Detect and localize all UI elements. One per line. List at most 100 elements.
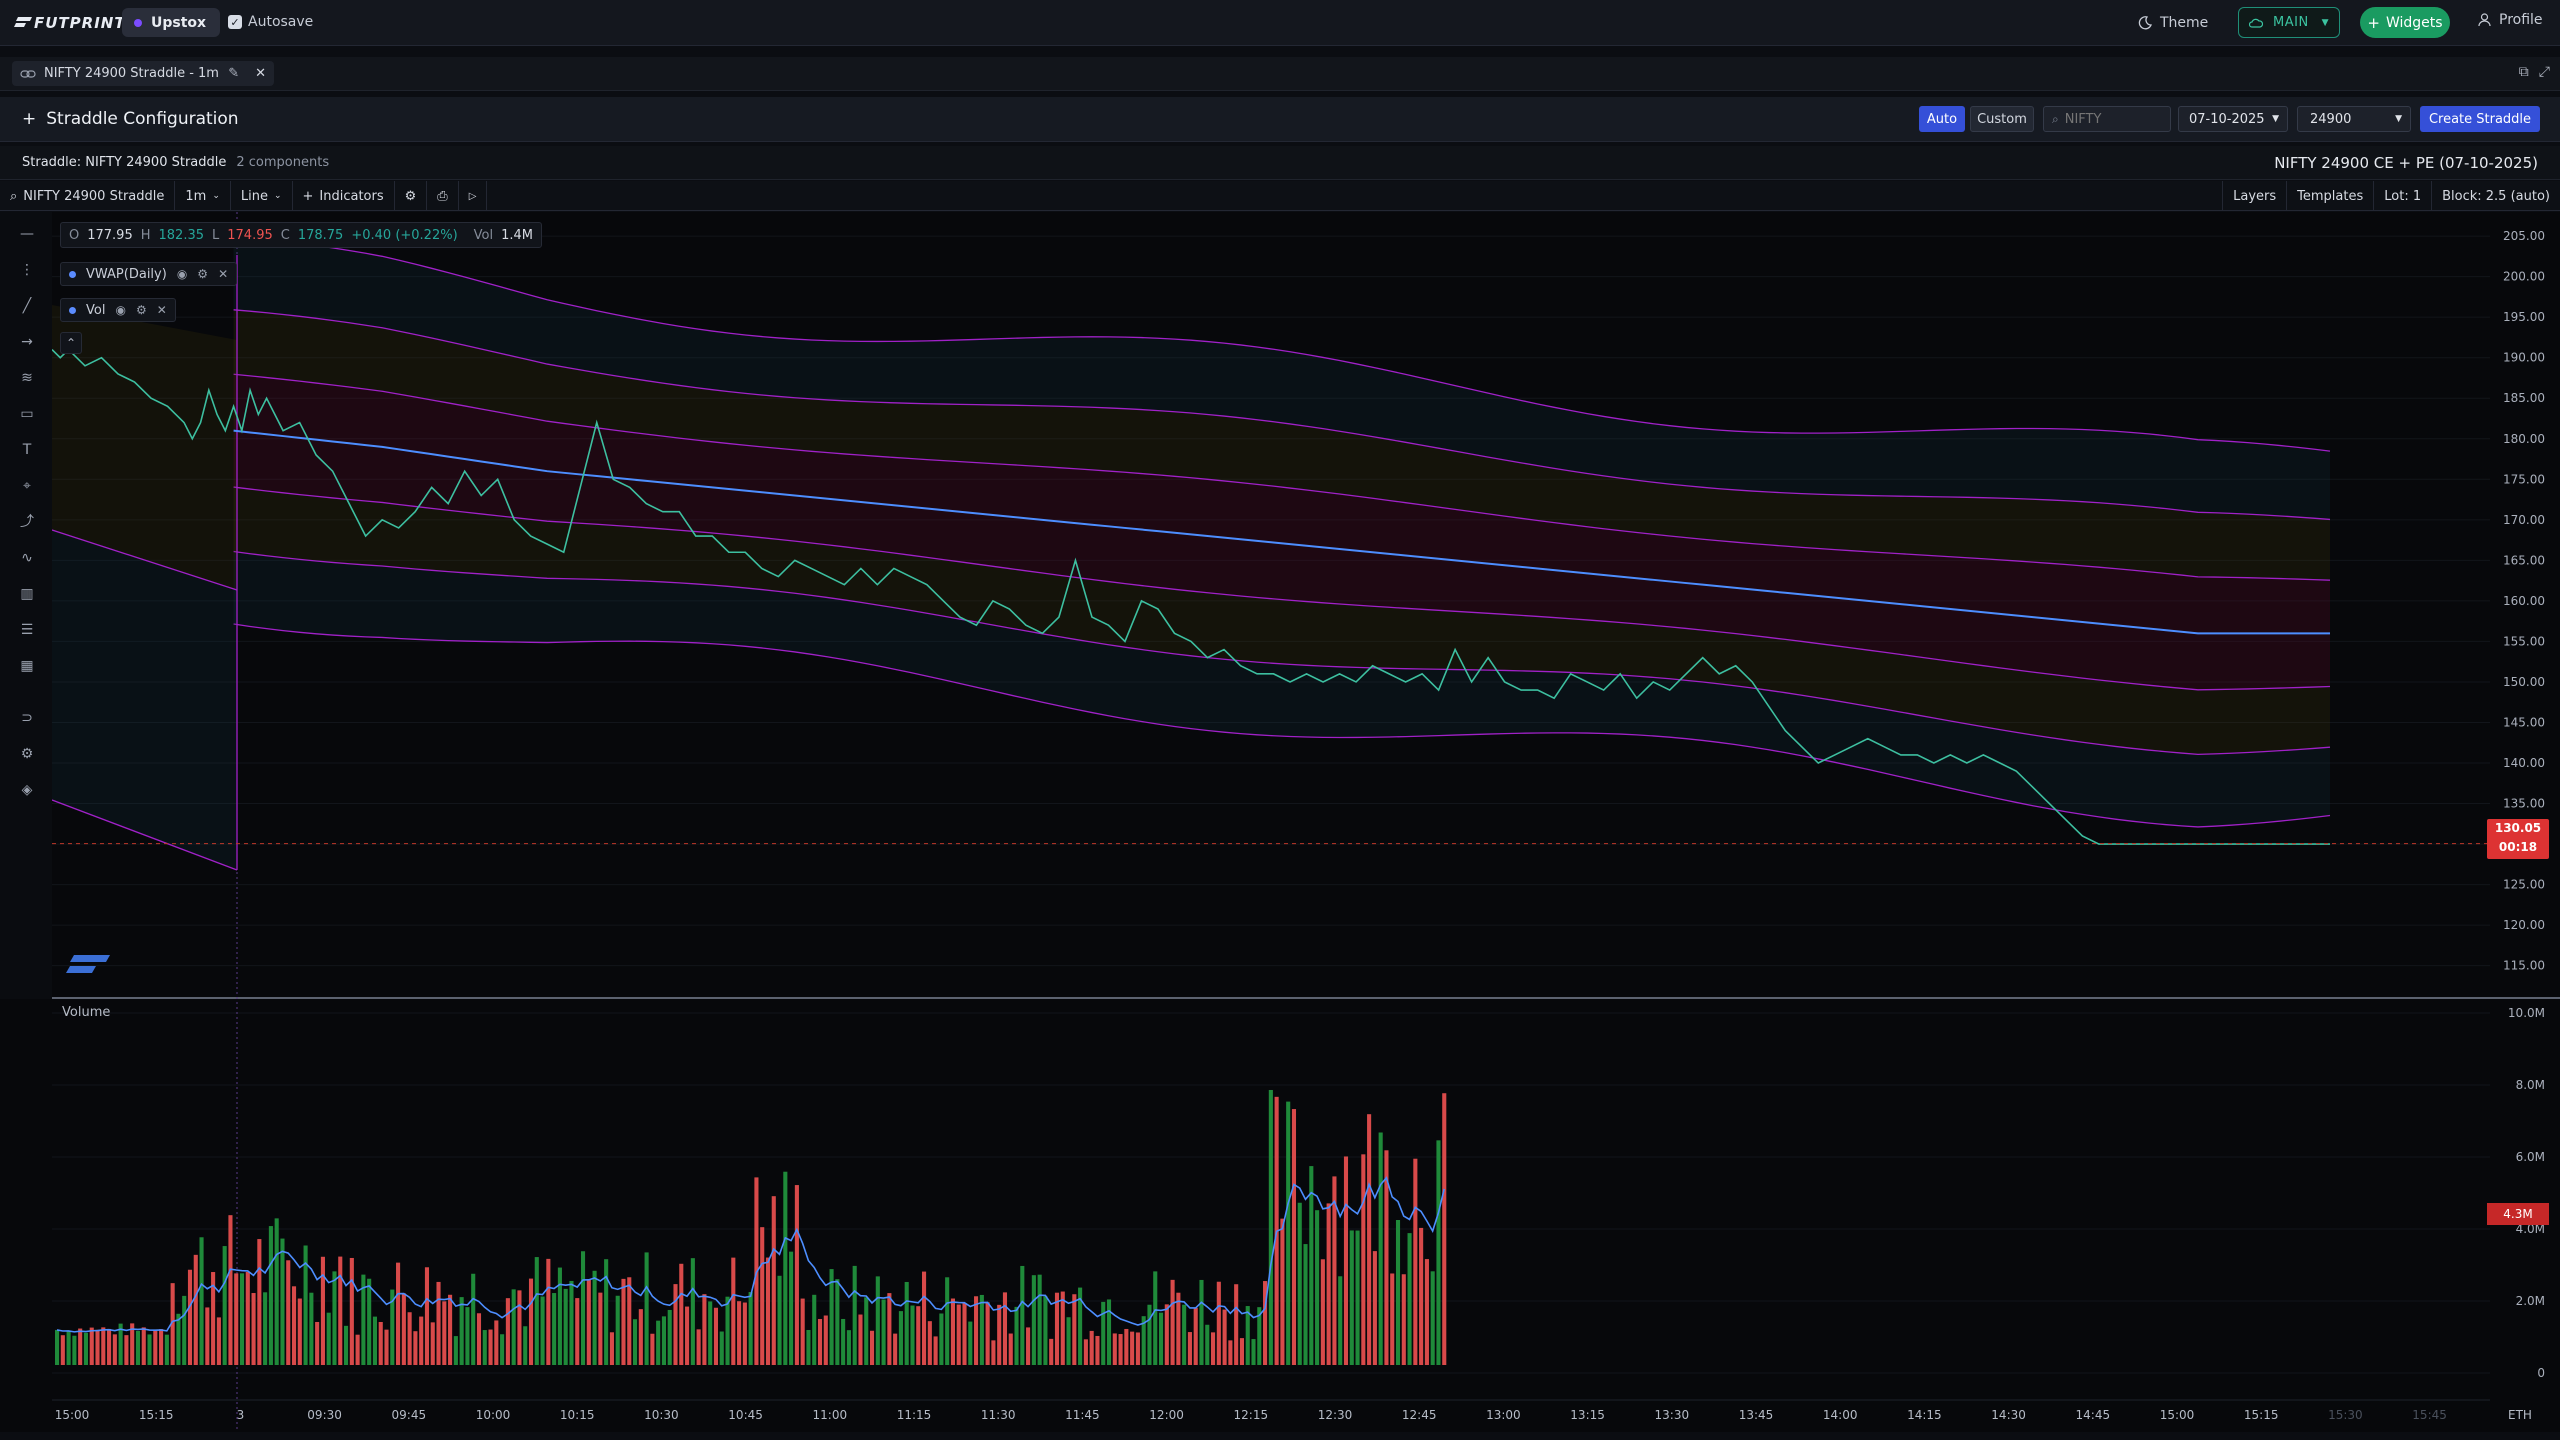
table-icon[interactable]: ▦ (19, 658, 35, 674)
indicator-chip-vwap[interactable]: VWAP(Daily) ◉ ⚙ ✕ (60, 262, 238, 286)
block-size-control[interactable]: Block: 2.5 (auto) (2431, 181, 2560, 211)
chevron-down-icon: ▼ (2395, 114, 2402, 124)
widgets-button[interactable]: + Widgets (2360, 7, 2450, 38)
volume-bar (841, 1318, 846, 1365)
session-label[interactable]: ETH (2508, 1408, 2532, 1422)
volume-bar (991, 1340, 996, 1365)
custom-mode-button[interactable]: Custom (1970, 106, 2034, 132)
app-logo[interactable]: FUTPRINT (14, 13, 126, 33)
autosave-toggle[interactable]: ✓ Autosave (228, 14, 313, 30)
symbol-search-input[interactable] (2064, 111, 2161, 127)
broker-selector[interactable]: Upstox (122, 8, 221, 37)
indicators-button[interactable]: + Indicators (293, 181, 395, 211)
layers-icon[interactable]: ◈ (19, 782, 35, 798)
text-icon[interactable]: T (19, 442, 35, 458)
chart-canvas[interactable]: 205.00 200.00 195.00 190.00 185.00 180.00 175.… (0, 212, 2560, 1432)
expiry-date-select[interactable]: 07-10-2025 ▼ (2178, 106, 2288, 132)
volume-bar (638, 1309, 643, 1365)
volume-bar (159, 1329, 164, 1365)
volume-bar (1153, 1271, 1158, 1365)
trendline-icon[interactable]: ╱ (19, 298, 35, 314)
volume-bar (355, 1334, 360, 1365)
horizontal-line-icon[interactable]: — (19, 226, 35, 242)
close-icon[interactable]: ✕ (218, 267, 228, 281)
x-tick-label: 10:30 (644, 1408, 679, 1422)
volume-bar (419, 1316, 424, 1365)
templates-button[interactable]: Templates (2286, 181, 2373, 211)
volume-bar (344, 1325, 349, 1365)
list-icon[interactable]: ☰ (19, 622, 35, 638)
replay-button[interactable]: ▷ (459, 181, 488, 211)
expand-icon[interactable]: ⤢ (2539, 64, 2550, 80)
chart-settings-button[interactable]: ⚙ (395, 181, 428, 211)
symbol-search-field[interactable]: ⌕ (2043, 106, 2171, 132)
fib-icon[interactable]: ≋ (19, 370, 35, 386)
workspace-selector[interactable]: MAIN ▼ (2238, 7, 2340, 38)
volume-bar (968, 1321, 973, 1365)
more-vertical-icon[interactable]: ⋮ (19, 262, 35, 278)
straddle-info-bar: Straddle: NIFTY 24900 Straddle 2 compone… (0, 146, 2560, 180)
ohlc-vol-value: 1.4M (501, 227, 533, 243)
theme-button[interactable]: Theme (2138, 10, 2208, 36)
chart-panel-tab[interactable]: NIFTY 24900 Straddle - 1m ✎ ✕ (12, 61, 274, 86)
volume-bar (1083, 1339, 1088, 1365)
gear-icon[interactable]: ⚙ (19, 746, 35, 762)
volume-bar (297, 1298, 302, 1365)
y-tick-label: 145.00 (2503, 715, 2545, 729)
close-icon[interactable]: ✕ (157, 303, 167, 317)
volume-bar (372, 1316, 377, 1365)
checkbox-checked-icon[interactable]: ✓ (228, 15, 242, 29)
ruler-icon[interactable]: ⌖ (19, 478, 35, 494)
volume-bar (1158, 1312, 1164, 1365)
interval-select[interactable]: 1m ⌄ (175, 181, 231, 211)
symbol-search-button[interactable]: ⌕ NIFTY 24900 Straddle (0, 181, 176, 211)
snapshot-button[interactable]: ⎙ (427, 181, 459, 211)
chart-type-select[interactable]: Line ⌄ (231, 181, 293, 211)
volume-bar (1268, 1089, 1273, 1365)
x-tick-label: 14:00 (1823, 1408, 1858, 1422)
create-straddle-button[interactable]: Create Straddle (2420, 106, 2540, 132)
volume-bar (1164, 1304, 1169, 1365)
volume-bar (1106, 1299, 1112, 1365)
bars-icon[interactable]: ▥ (19, 586, 35, 602)
y-tick-label: 125.00 (2503, 878, 2545, 892)
collapse-legend-button[interactable]: ⌃ (60, 332, 82, 354)
profile-button[interactable]: Profile (2478, 12, 2543, 28)
volume-bar (586, 1279, 591, 1365)
auto-mode-button[interactable]: Auto (1919, 106, 1965, 132)
volume-bar (667, 1309, 672, 1365)
chart-area[interactable]: 205.00 200.00 195.00 190.00 185.00 180.00 175.… (0, 212, 2560, 1432)
ohlc-legend: O 177.95 H 182.35 L 174.95 C 178.75 +0.4… (60, 222, 542, 248)
eye-icon[interactable]: ◉ (115, 303, 125, 317)
x-tick-label: 12:45 (1402, 1408, 1437, 1422)
config-toggle[interactable]: + Straddle Configuration (22, 109, 239, 129)
eye-icon[interactable]: ◉ (177, 267, 187, 281)
x-tick-label: 15:45 (2412, 1408, 2447, 1422)
ray-icon[interactable]: → (19, 334, 35, 350)
volume-bar (1147, 1304, 1152, 1365)
volume-bar (1205, 1324, 1210, 1365)
x-tick-label: 09:30 (307, 1408, 342, 1422)
lot-size-control[interactable]: Lot: 1 (2373, 181, 2431, 211)
volume-bar (1049, 1338, 1054, 1365)
popout-icon[interactable]: ⧉ (2519, 64, 2529, 80)
gear-icon[interactable]: ⚙ (136, 303, 147, 317)
strike-select[interactable]: 24900 ▼ (2297, 106, 2411, 132)
rectangle-icon[interactable]: ▭ (19, 406, 35, 422)
volume-bar (725, 1296, 730, 1365)
magnet-icon[interactable]: ⊃ (19, 710, 35, 726)
close-icon[interactable]: ✕ (255, 66, 266, 81)
volume-bar (332, 1271, 337, 1365)
indicator-chip-vol[interactable]: Vol ◉ ⚙ ✕ (60, 298, 176, 322)
volume-bar (401, 1293, 406, 1365)
volume-bar (1008, 1333, 1013, 1365)
volume-bar (500, 1334, 505, 1365)
volume-bar (1419, 1227, 1424, 1365)
edit-icon[interactable]: ✎ (228, 66, 239, 81)
broker-status-icon (134, 18, 142, 27)
layers-button[interactable]: Layers (2222, 181, 2286, 211)
gear-icon[interactable]: ⚙ (197, 267, 208, 281)
volume-bar (1216, 1281, 1221, 1365)
brush-icon[interactable]: ∿ (19, 550, 35, 566)
pattern-icon[interactable]: ⤴ (19, 514, 35, 530)
